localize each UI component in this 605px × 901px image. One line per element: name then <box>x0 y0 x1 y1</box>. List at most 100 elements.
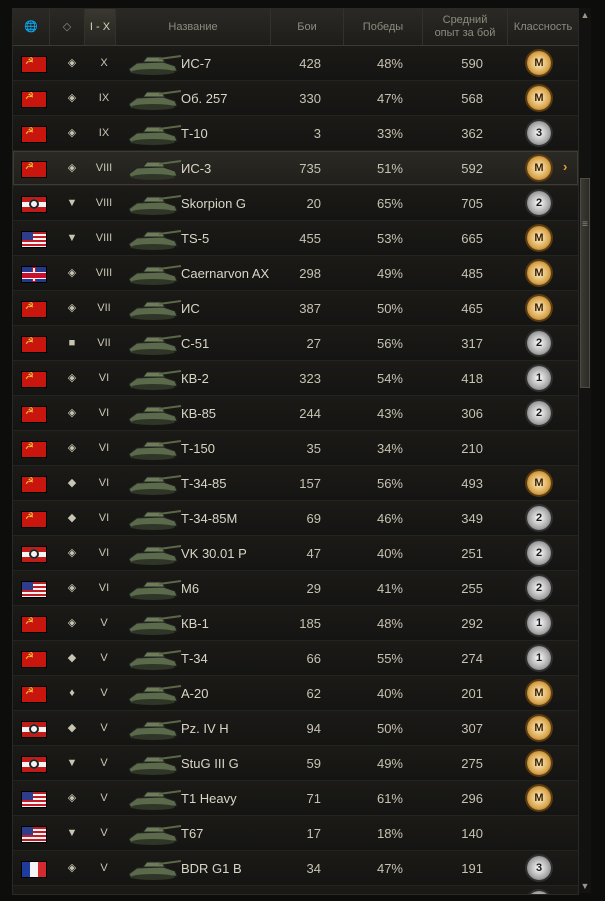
name-column-header[interactable]: Название <box>116 9 271 45</box>
usa-flag-icon <box>21 581 47 598</box>
table-row[interactable]: ◈ V BDR G1 B 34 47% 191 3 <box>13 851 578 886</box>
avg-xp-value: 362 <box>461 125 483 141</box>
tier-cell: VII <box>97 302 111 314</box>
table-row[interactable]: ◈ IX Т-10 3 33% 362 3 <box>13 116 578 151</box>
table-row[interactable]: ◆ VI Т-34-85М 69 46% 349 2 <box>13 501 578 536</box>
tank-icon <box>128 335 182 355</box>
ussr-flag-icon <box>21 91 47 108</box>
usa-flag-icon <box>21 791 47 808</box>
table-row[interactable]: ◆ V Pz. IV H 94 50% 307 M <box>13 711 578 746</box>
tier-cell: V <box>100 687 108 699</box>
class-badge-icon: 2 <box>527 891 551 894</box>
table-row[interactable]: ◈ V T1 Heavy 71 61% 296 M <box>13 781 578 816</box>
heavy-type-icon: ◈ <box>67 302 77 314</box>
avg-xp-column-header[interactable]: Средний опыт за бой <box>423 9 508 45</box>
table-row[interactable]: ◈ VIII ИС-3 735 51% 592 M › <box>13 151 578 186</box>
ussr-flag-icon <box>21 686 47 703</box>
scrollbar[interactable]: ▲ ▼ <box>578 8 591 893</box>
medium-type-icon: ◆ <box>67 722 77 734</box>
germany-flag-icon <box>21 196 47 213</box>
table-row[interactable]: ♦ V А-20 62 40% 201 M <box>13 676 578 711</box>
table-row[interactable]: ◈ VII ИС 387 50% 465 M <box>13 291 578 326</box>
tank-icon <box>128 230 182 250</box>
class-column-header[interactable]: Классность <box>508 9 578 45</box>
avg-xp-value: 592 <box>461 160 483 176</box>
light-type-icon: ♦ <box>69 687 75 699</box>
battles-value: 3 <box>313 125 321 141</box>
avg-xp-value: 465 <box>461 300 483 316</box>
battles-value: 185 <box>299 615 321 631</box>
vehicle-name: StuG III G <box>181 755 239 771</box>
tank-icon <box>128 860 182 880</box>
table-row[interactable]: ◈ VI VK 30.01 P 47 40% 251 2 <box>13 536 578 571</box>
tank-icon <box>128 370 182 390</box>
wins-value: 43% <box>376 405 403 421</box>
table-row[interactable]: ◆ V Т-34 66 55% 274 1 <box>13 641 578 676</box>
battles-value: 34 <box>306 860 321 876</box>
table-row[interactable]: ■ VII С-51 27 56% 317 2 <box>13 326 578 361</box>
table-row[interactable]: ◈ X ИС-7 428 48% 590 M <box>13 46 578 81</box>
nation-filter-header[interactable]: 🌐 <box>13 9 50 45</box>
battles-value: 62 <box>306 685 321 701</box>
tank-icon <box>128 90 182 110</box>
avg-xp-value: 317 <box>461 335 483 351</box>
mastery-badge-icon: M <box>527 471 551 495</box>
tank-icon <box>128 790 182 810</box>
wins-column-header[interactable]: Победы <box>344 9 423 45</box>
vehicle-name: T1 Heavy <box>181 790 237 806</box>
battles-value: 323 <box>299 370 321 386</box>
tank-icon <box>128 405 182 425</box>
wins-value: 50% <box>376 720 403 736</box>
table-row[interactable]: ◆ VI Т-34-85 157 56% 493 M <box>13 466 578 501</box>
mastery-badge-icon: M <box>527 681 551 705</box>
battles-value: 17 <box>306 825 321 841</box>
vehicle-name: Т-34 <box>181 650 208 666</box>
table-row[interactable]: ◈ VI КВ-85 244 43% 306 2 <box>13 396 578 431</box>
tier-cell: VIII <box>95 162 113 174</box>
vehicle-name: Т-150 <box>181 440 215 456</box>
battles-value: 27 <box>306 335 321 351</box>
heavy-type-icon: ◈ <box>67 407 77 419</box>
table-row[interactable]: ◈ V КВ-1 185 48% 292 1 <box>13 606 578 641</box>
table-row[interactable]: ▼ VIII Skorpion G 20 65% 705 2 <box>13 186 578 221</box>
battles-value: 69 <box>306 510 321 526</box>
table-row[interactable]: ◈ IX Об. 257 330 47% 568 M <box>13 81 578 116</box>
vehicle-name: КВ-85 <box>181 405 217 421</box>
vehicle-name: M10 RBFM <box>181 886 247 894</box>
class-badge-icon: 2 <box>527 191 551 215</box>
vehicle-name: С-51 <box>181 335 210 351</box>
tank-icon <box>128 755 182 775</box>
table-row[interactable]: ◈ VI Т-150 35 34% 210 <box>13 431 578 466</box>
battles-value: 35 <box>306 440 321 456</box>
type-filter-header[interactable]: ◇ <box>50 9 85 45</box>
table-row[interactable]: ▼ V StuG III G 59 49% 275 M <box>13 746 578 781</box>
tier-cell: VII <box>97 337 111 349</box>
battles-column-header[interactable]: Бои <box>271 9 344 45</box>
battles-value: 428 <box>299 55 321 71</box>
tank-icon <box>128 825 182 845</box>
tank-icon <box>128 650 182 670</box>
mastery-badge-icon: M <box>527 51 551 75</box>
vehicle-stats-table: 🌐 ◇ I - X Название Бои Победы Средний оп… <box>12 8 579 895</box>
scroll-down-icon[interactable]: ▼ <box>580 881 590 891</box>
scroll-up-icon[interactable]: ▲ <box>580 10 590 20</box>
tier-cell: X <box>100 57 108 69</box>
table-row[interactable]: ◈ VI КВ-2 323 54% 418 1 <box>13 361 578 396</box>
avg-xp-value: 349 <box>461 510 483 526</box>
scrollbar-thumb[interactable] <box>580 178 590 388</box>
heavy-type-icon: ◈ <box>67 162 77 174</box>
tank-icon <box>123 889 183 894</box>
table-row[interactable]: ◈ VI M6 29 41% 255 2 <box>13 571 578 606</box>
tier-filter-header[interactable]: I - X <box>85 9 116 45</box>
table-row[interactable]: ▼ V T67 17 18% 140 <box>13 816 578 851</box>
table-row[interactable]: ▼ V M10 RBFM 27 52% 285 2 <box>13 886 578 894</box>
table-row[interactable]: ▼ VIII TS-5 455 53% 665 M <box>13 221 578 256</box>
vehicle-name: А-20 <box>181 685 209 701</box>
avg-xp-value: 590 <box>461 55 483 71</box>
vehicle-name: BDR G1 B <box>181 860 242 876</box>
tier-cell: V <box>100 827 108 839</box>
td-type-icon: ▼ <box>66 827 78 839</box>
table-row[interactable]: ◈ VIII Caernarvon AX 298 49% 485 M <box>13 256 578 291</box>
avg-xp-value: 251 <box>461 545 483 561</box>
avg-xp-value: 568 <box>461 90 483 106</box>
